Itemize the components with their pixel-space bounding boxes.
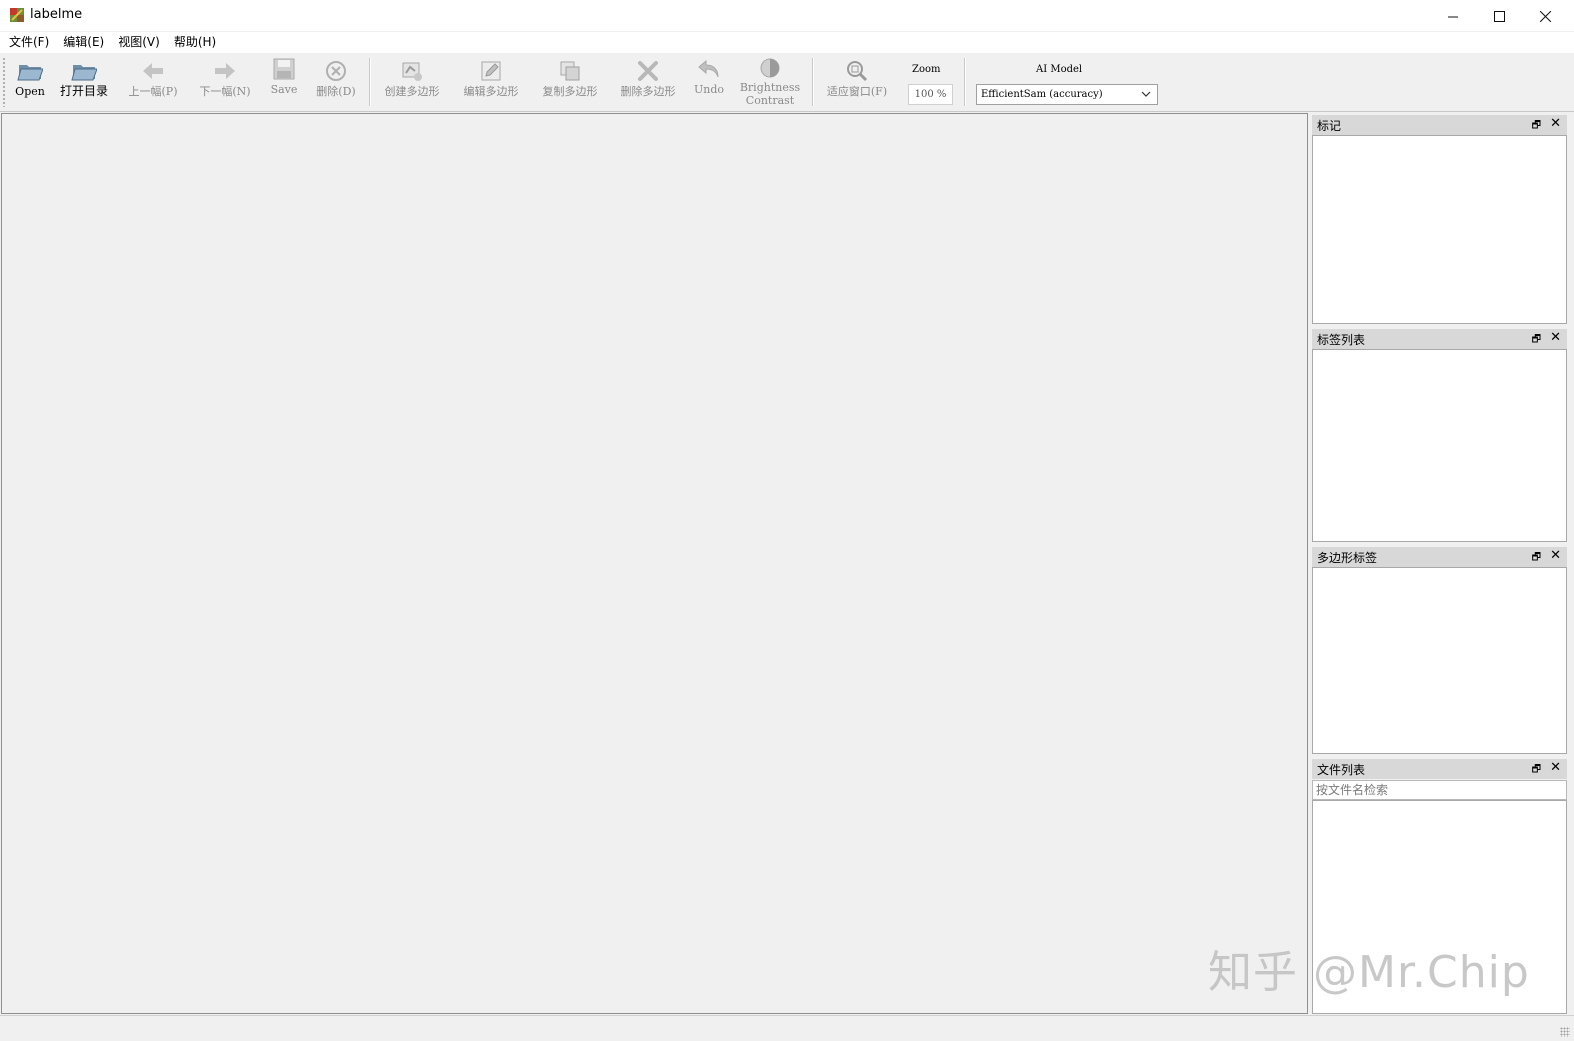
toolbar-grip[interactable]: [2, 57, 6, 107]
labelme-app-icon: [9, 7, 25, 23]
maximize-icon: [1493, 10, 1505, 22]
folder-open-icon: [70, 57, 98, 85]
edit-polygon-icon: [477, 57, 505, 85]
close-icon[interactable]: ✕: [1550, 116, 1561, 131]
close-icon[interactable]: ✕: [1550, 330, 1561, 345]
minimize-icon: [1447, 16, 1458, 17]
fit-window-button[interactable]: 适应窗口(F): [820, 55, 894, 109]
fit-window-label: 适应窗口(F): [826, 85, 888, 98]
delete-circle-icon: [322, 57, 350, 85]
open-dir-button[interactable]: 打开目录: [56, 55, 112, 109]
image-canvas[interactable]: [1, 113, 1308, 1014]
next-image-label: 下一幅(N): [199, 85, 251, 98]
file-list-dock-label: 文件列表: [1317, 762, 1366, 777]
menu-file[interactable]: 文件(F): [2, 32, 56, 53]
brightness-contrast-icon: [756, 55, 784, 81]
polygon-labels-list[interactable]: [1312, 567, 1567, 754]
title-bar: labelme: [0, 0, 1574, 32]
prev-image-label: 上一幅(P): [128, 85, 178, 98]
flags-list[interactable]: [1312, 135, 1567, 324]
next-image-button[interactable]: 下一幅(N): [194, 55, 256, 109]
contrast-label: Contrast: [745, 94, 795, 107]
resize-grip-icon[interactable]: [1560, 1027, 1570, 1037]
zoom-fit-icon: [843, 57, 871, 85]
toolbar: Open 打开目录 上一幅(P) 下一幅(N) Save 删除(D) 创建多边形…: [0, 53, 1574, 112]
float-icon[interactable]: 🗗: [1532, 332, 1541, 349]
menu-help[interactable]: 帮助(H): [167, 32, 223, 53]
copy-polygon-label: 复制多边形: [542, 85, 598, 98]
brightness-label: Brightness: [739, 81, 801, 94]
minimize-button[interactable]: [1430, 0, 1476, 32]
chevron-down-icon: [1141, 91, 1151, 97]
flags-dock-label: 标记: [1317, 118, 1342, 133]
open-label: Open: [15, 85, 45, 98]
delete-polygon-label: 删除多边形: [620, 85, 676, 98]
create-polygon-label: 创建多边形: [384, 85, 440, 98]
undo-button[interactable]: Undo: [690, 53, 728, 107]
delete-file-label: 删除(D): [316, 85, 356, 98]
edit-polygon-button[interactable]: 编辑多边形: [455, 55, 527, 109]
create-polygon-button[interactable]: 创建多边形: [376, 55, 448, 109]
float-icon[interactable]: 🗗: [1532, 762, 1541, 779]
menu-view[interactable]: 视图(V): [111, 32, 167, 53]
toolbar-separator: [964, 58, 966, 106]
label-list[interactable]: [1312, 349, 1567, 542]
file-list-dock-title: 文件列表 🗗 ✕: [1312, 759, 1567, 779]
delete-x-icon: [634, 57, 662, 85]
copy-polygon-icon: [556, 57, 584, 85]
file-search-input[interactable]: 按文件名检索: [1312, 780, 1567, 800]
close-icon: [1539, 10, 1551, 22]
save-icon: [270, 55, 298, 83]
toolbar-separator: [812, 58, 814, 106]
save-label: Save: [270, 83, 298, 96]
close-icon[interactable]: ✕: [1550, 548, 1561, 563]
undo-icon: [695, 55, 723, 83]
ai-model-select[interactable]: EfficientSam (accuracy): [976, 84, 1158, 105]
delete-file-button[interactable]: 删除(D): [310, 55, 362, 109]
close-window-button[interactable]: [1522, 0, 1568, 32]
float-icon[interactable]: 🗗: [1532, 118, 1541, 135]
toolbar-separator: [369, 58, 371, 106]
create-polygon-icon: [398, 57, 426, 85]
arrow-left-icon: [139, 57, 167, 85]
label-list-dock-title: 标签列表 🗗 ✕: [1312, 329, 1567, 349]
arrow-right-icon: [211, 57, 239, 85]
open-dir-label: 打开目录: [59, 84, 108, 98]
copy-polygon-button[interactable]: 复制多边形: [534, 55, 606, 109]
menu-bar: 文件(F) 编辑(E) 视图(V) 帮助(H): [0, 32, 1574, 53]
polygon-labels-dock-title: 多边形标签 🗗 ✕: [1312, 547, 1567, 567]
polygon-labels-dock-label: 多边形标签: [1317, 550, 1378, 565]
brightness-contrast-button[interactable]: Brightness Contrast: [736, 53, 804, 107]
float-icon[interactable]: 🗗: [1532, 550, 1541, 567]
maximize-button[interactable]: [1476, 0, 1522, 32]
ai-model-label: AI Model: [1036, 64, 1083, 75]
folder-open-icon: [16, 57, 44, 85]
zoom-spinbox[interactable]: 100 %: [908, 84, 953, 105]
prev-image-button[interactable]: 上一幅(P): [122, 55, 184, 109]
close-icon[interactable]: ✕: [1550, 760, 1561, 775]
delete-polygon-button[interactable]: 删除多边形: [612, 55, 684, 109]
open-button[interactable]: Open: [10, 55, 50, 109]
label-list-dock-label: 标签列表: [1317, 332, 1366, 347]
ai-model-selected-value: EfficientSam (accuracy): [981, 89, 1103, 100]
flags-dock-title: 标记 🗗 ✕: [1312, 115, 1567, 135]
save-button[interactable]: Save: [266, 53, 302, 107]
undo-label: Undo: [693, 83, 725, 96]
window-title: labelme: [30, 7, 83, 22]
edit-polygon-label: 编辑多边形: [463, 85, 519, 98]
watermark: 知乎 @Mr.Chip: [1208, 947, 1530, 998]
status-bar: [0, 1015, 1574, 1041]
menu-edit[interactable]: 编辑(E): [56, 32, 111, 53]
zoom-label: Zoom: [912, 64, 941, 75]
